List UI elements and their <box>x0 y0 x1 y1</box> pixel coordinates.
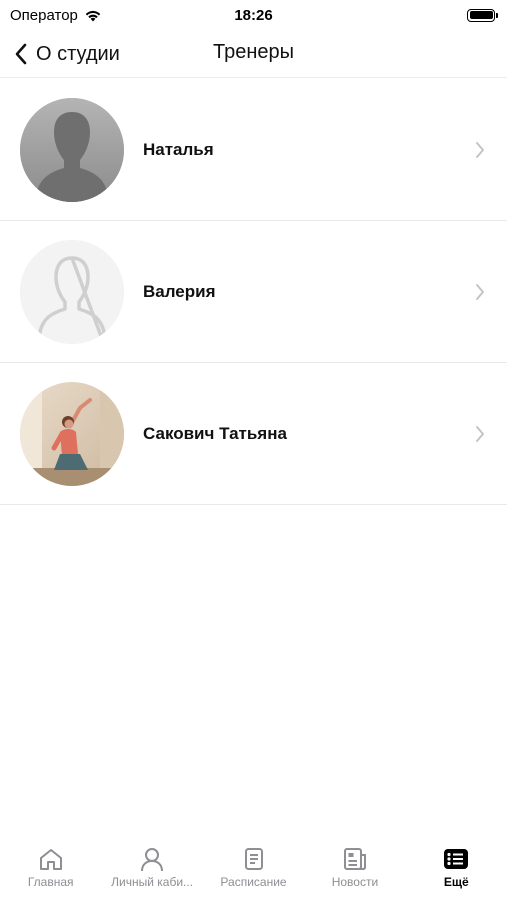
avatar-photo <box>20 381 124 486</box>
page-title-text: Тренеры <box>212 41 294 63</box>
trainer-row[interactable]: Валерия <box>0 221 507 363</box>
home-icon <box>39 849 62 870</box>
carrier-label: Оператор <box>10 6 78 24</box>
battery-icon <box>467 8 498 22</box>
tab-label: Ещё <box>443 875 469 889</box>
avatar-silhouette-outline <box>20 239 124 344</box>
tab-label: Личный каби... <box>111 875 194 889</box>
trainer-name: Валерия <box>143 281 216 301</box>
news-icon <box>343 848 366 870</box>
tab-label: Новости <box>331 875 379 889</box>
nav-bar: О студии Тренеры <box>0 30 507 78</box>
tab-schedule[interactable]: Расписание <box>203 838 304 900</box>
status-left: Оператор <box>10 7 102 24</box>
chevron-right-icon <box>476 142 484 158</box>
trainer-list: Наталья Валерия Сакович Татьяна <box>0 79 507 505</box>
tab-label: Расписание <box>220 875 287 889</box>
tab-profile[interactable]: Личный каби... <box>101 838 202 900</box>
trainer-row[interactable]: Сакович Татьяна <box>0 363 507 505</box>
tab-home[interactable]: Главная <box>0 838 101 900</box>
tab-bar: Главная Личный каби... Расписание Новост… <box>0 838 507 900</box>
person-icon <box>141 848 164 872</box>
trainer-row[interactable]: Наталья <box>0 79 507 221</box>
trainer-photo <box>20 381 124 486</box>
wifi-icon <box>85 10 101 21</box>
status-bar: Оператор 18:26 <box>0 0 507 30</box>
avatar-silhouette-filled <box>20 97 124 202</box>
chevron-right-icon <box>476 284 484 300</box>
page-title: Тренеры <box>0 41 507 64</box>
tab-news[interactable]: Новости <box>304 838 405 900</box>
trainer-name: Сакович Татьяна <box>143 423 287 443</box>
tab-more[interactable]: Ещё <box>406 838 507 900</box>
person-silhouette-icon <box>20 97 124 202</box>
person-outline-icon <box>20 239 124 344</box>
more-icon <box>444 849 469 869</box>
schedule-icon <box>244 848 263 870</box>
chevron-right-icon <box>476 426 484 442</box>
trainer-name: Наталья <box>143 139 214 159</box>
tab-label: Главная <box>27 875 74 889</box>
screen: Оператор 18:26 О студии Тренеры Наталья … <box>0 0 507 900</box>
